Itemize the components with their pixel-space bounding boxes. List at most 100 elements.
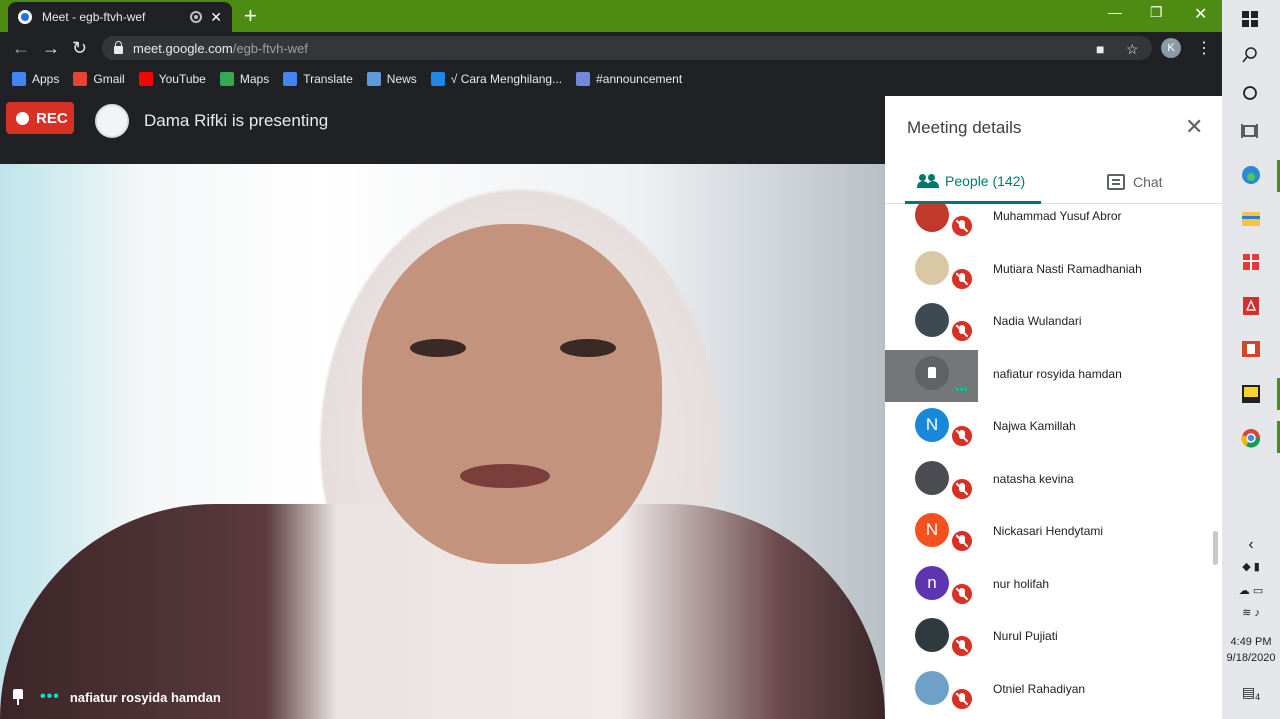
clock-time[interactable]: 4:49 PM <box>1222 636 1280 648</box>
mic-off-icon <box>950 634 974 658</box>
participants-scrollbar[interactable] <box>1213 531 1218 565</box>
participant-row[interactable]: Otniel Rahadiyan <box>885 665 1222 717</box>
bookmarks-bar: Apps Gmail YouTube Maps Translate News √ Cara … <box>0 64 1222 94</box>
participant-name: Nickasari Hendytami <box>993 524 1104 538</box>
notifications-button[interactable]: ▤4 <box>1222 684 1280 702</box>
tab-close-icon[interactable]: ✕ <box>210 9 222 26</box>
translate-icon <box>283 72 298 86</box>
video-name-label: ••• nafiatur rosyida hamdan <box>12 688 221 706</box>
bookmark-label: Translate <box>303 72 353 86</box>
task-view-icon[interactable] <box>1241 122 1261 142</box>
pin-icon[interactable] <box>928 367 936 378</box>
close-panel-button[interactable]: ✕ <box>1185 114 1203 140</box>
tray-expand-icon[interactable]: ‹ <box>1222 536 1280 554</box>
discord-icon <box>576 72 591 86</box>
video-participant-name: nafiatur rosyida hamdan <box>69 689 221 705</box>
cortana-icon[interactable] <box>1241 84 1261 104</box>
participant-video[interactable] <box>0 164 885 719</box>
participant-name: Nadia Wulandari <box>993 314 1082 328</box>
video-eye-right <box>560 339 616 357</box>
participant-avatar <box>915 204 949 232</box>
meeting-details-panel: Meeting details ✕ People (142) Chat Muha… <box>885 96 1222 719</box>
presenting-text: Dama Rifki is presenting <box>144 111 329 130</box>
browser-tab-meet[interactable]: Meet - egb-ftvh-wef ✕ <box>8 2 232 32</box>
bookmark-item[interactable]: Apps <box>12 72 59 86</box>
tray-onedrive-battery-icon[interactable]: ☁ ▭ <box>1222 584 1280 597</box>
participant-row[interactable]: ••• nafiatur rosyida hamdan <box>885 349 1222 402</box>
mic-off-icon <box>950 529 974 553</box>
tab-chat[interactable]: Chat <box>1107 160 1163 204</box>
tab-people-label: People (142) <box>945 172 1026 189</box>
mic-off-icon <box>950 214 974 238</box>
participant-row[interactable]: N Nickasari Hendytami <box>885 507 1222 559</box>
people-icon <box>917 173 939 188</box>
forward-button[interactable]: → <box>42 38 60 58</box>
recording-indicator-icon <box>190 11 203 23</box>
participant-row[interactable]: Mutiara Nasti Ramadhaniah <box>885 245 1222 297</box>
bookmark-item[interactable]: #announcement <box>576 72 682 86</box>
tray-wifi-volume-icon[interactable]: ≋ ♪ <box>1222 606 1280 619</box>
bookmark-item[interactable]: Gmail <box>73 72 125 86</box>
rec-label: REC <box>36 109 68 127</box>
notification-count: 4 <box>1255 692 1261 703</box>
profile-avatar[interactable]: K <box>1161 38 1181 58</box>
new-tab-button[interactable]: + <box>244 4 257 28</box>
participant-row[interactable]: Nurul Pujiati <box>885 612 1222 664</box>
bookmark-item[interactable]: Maps <box>219 72 270 86</box>
participant-row[interactable]: n nur holifah <box>885 560 1222 612</box>
tray-dropbox-mic-icon[interactable]: ◆ ▮ <box>1222 560 1280 573</box>
bookmark-item[interactable]: News <box>366 72 417 86</box>
search-icon[interactable] <box>1241 46 1261 66</box>
tab-people[interactable]: People (142) <box>905 160 1041 204</box>
chrome-icon[interactable] <box>1241 428 1261 448</box>
participant-name: natasha kevina <box>993 471 1074 486</box>
windows-start-icon[interactable] <box>1241 10 1261 30</box>
bookmark-item[interactable]: √ Cara Menghilang... <box>430 72 563 86</box>
apps-grid-icon <box>12 72 26 86</box>
site-icon <box>430 72 445 86</box>
participant-name: Mutiara Nasti Ramadhaniah <box>993 261 1142 276</box>
participant-avatar <box>915 670 949 705</box>
bookmark-label: YouTube <box>158 72 206 86</box>
participant-name: nafiatur rosyida hamdan <box>993 366 1122 381</box>
lock-icon <box>114 41 123 54</box>
participant-avatar <box>915 250 949 285</box>
participant-row[interactable]: Nadia Wulandari <box>885 297 1222 349</box>
participants-list[interactable]: Muhammad Yusuf Abror Mutiara Nasti Ramadh… <box>885 204 1222 719</box>
participant-row[interactable]: natasha kevina <box>885 455 1222 507</box>
minimize-button[interactable]: — <box>1108 4 1122 20</box>
participant-avatar <box>915 303 949 337</box>
close-window-button[interactable]: ✕ <box>1194 4 1207 24</box>
video-face <box>362 224 662 564</box>
edge-browser-icon[interactable] <box>1241 165 1261 185</box>
reload-button[interactable]: ↻ <box>72 38 87 58</box>
bookmark-label: Gmail <box>93 72 125 86</box>
participant-avatar <box>915 460 949 495</box>
sticky-notes-icon[interactable] <box>1241 384 1261 404</box>
participant-row[interactable]: N Najwa Kamillah <box>885 402 1222 454</box>
bookmark-label: Maps <box>239 72 270 86</box>
camera-icon[interactable]: ■ <box>1096 41 1104 57</box>
participant-name: Muhammad Yusuf Abror <box>993 209 1122 223</box>
bookmark-item[interactable]: YouTube <box>138 72 206 86</box>
tab-title: Meet - egb-ftvh-wef <box>42 10 146 24</box>
bookmark-star-icon[interactable]: ☆ <box>1126 41 1139 58</box>
notification-icon: ▤ <box>1241 684 1256 700</box>
screen: Meet - egb-ftvh-wef ✕ + — ❐ ✕ ← → ↻ meet… <box>0 0 1280 719</box>
gift-app-icon[interactable] <box>1241 252 1261 272</box>
clock-date[interactable]: 9/18/2020 <box>1222 652 1280 664</box>
menu-kebab-icon[interactable]: ⋮ <box>1196 38 1212 58</box>
pin-icon[interactable] <box>12 689 24 705</box>
back-button[interactable]: ← <box>12 38 30 58</box>
participant-avatar: N <box>915 513 949 547</box>
bookmark-item[interactable]: Translate <box>283 72 353 86</box>
powerpoint-icon[interactable] <box>1241 339 1261 359</box>
pdf-reader-icon[interactable] <box>1241 296 1261 316</box>
participant-avatar: n <box>915 565 949 600</box>
address-bar[interactable]: meet.google.com/egb-ftvh-wef ■ ☆ <box>102 36 1152 60</box>
participant-avatar <box>915 355 949 390</box>
restore-button[interactable]: ❐ <box>1150 4 1163 21</box>
bookmark-label: √ Cara Menghilang... <box>450 72 563 86</box>
file-explorer-icon[interactable] <box>1241 208 1261 228</box>
participant-row[interactable]: Muhammad Yusuf Abror <box>885 204 1222 244</box>
